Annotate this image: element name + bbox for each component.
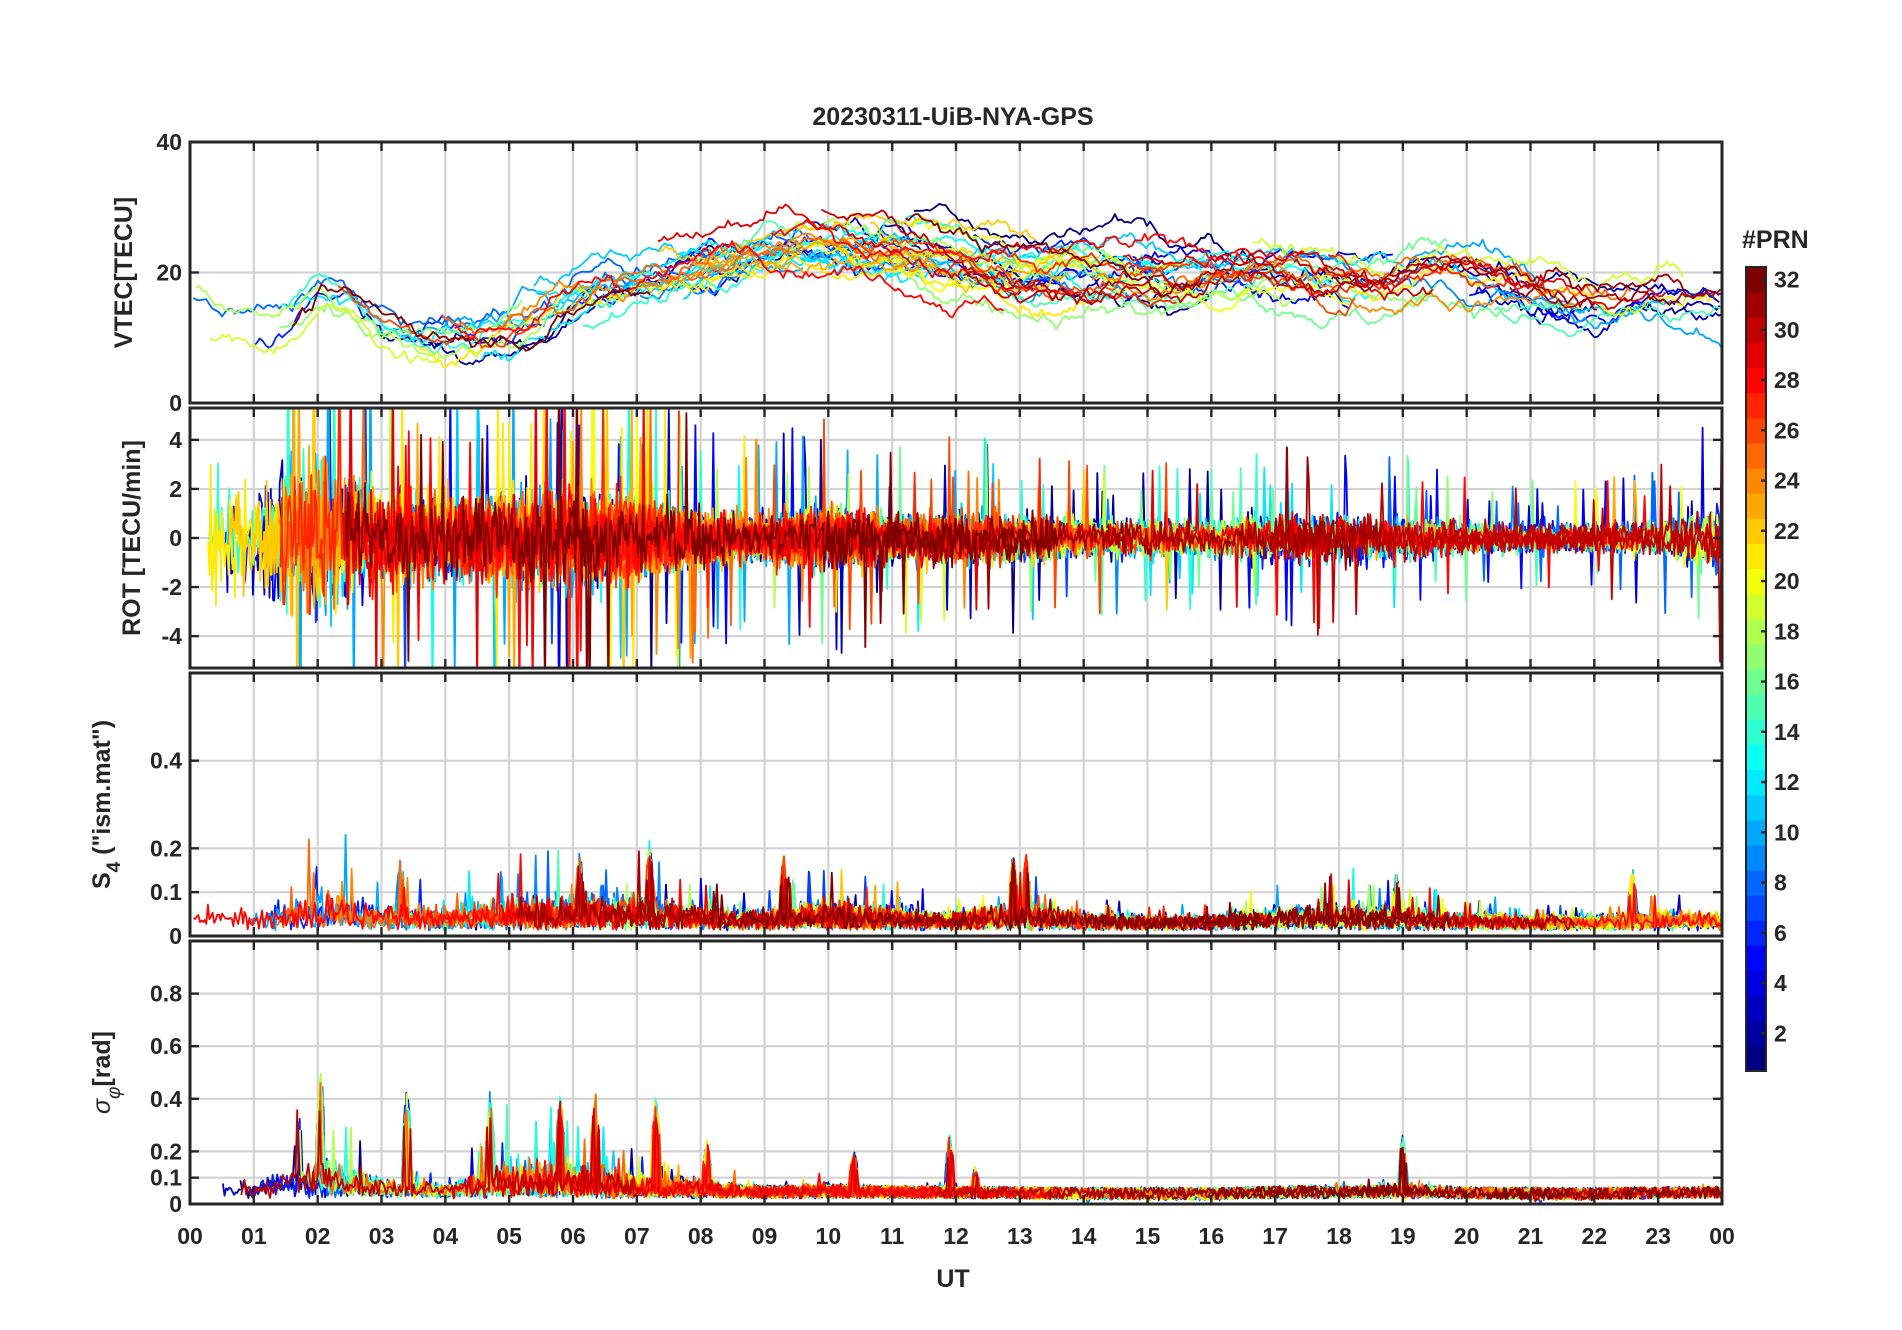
x-tick-label: 23 <box>1645 1223 1671 1249</box>
chart-figure: 20230311-UiB-NYA-GPS 02040VTEC[TECU]-4-2… <box>88 103 1809 1293</box>
colorbar-swatch <box>1746 292 1766 318</box>
y-tick-label: 0.4 <box>150 748 182 774</box>
x-tick-label: 17 <box>1262 1223 1288 1249</box>
y-tick-label: 0 <box>169 390 182 416</box>
panel-sigma_phi-axes: 00.10.2 0.4 0.6 0.8 <box>150 939 1724 1217</box>
y-axis-label: ROT [TECU/min] <box>118 440 146 636</box>
panel-s4-axes: 0 0.1 0.2 0.4 <box>150 671 1724 949</box>
y-tick-label: 0.1 <box>150 1165 182 1191</box>
y-tick-label: -2 <box>162 574 182 600</box>
x-tick-label: 08 <box>688 1223 714 1249</box>
y-tick-label: 0 <box>169 525 182 551</box>
colorbar-swatch <box>1746 392 1766 419</box>
colorbar-tick-label: 16 <box>1774 669 1800 695</box>
panel-sigma_phi-series <box>222 1072 1722 1204</box>
x-tick-label: 16 <box>1199 1223 1225 1249</box>
y-tick-label: -4 <box>162 623 183 649</box>
x-tick-label: 18 <box>1326 1223 1352 1249</box>
y-axis-label: σφ[rad] <box>88 1031 125 1114</box>
colorbar-swatch <box>1746 543 1766 570</box>
colorbar-tick-label: 12 <box>1774 769 1800 795</box>
colorbar-swatch <box>1746 945 1766 972</box>
colorbar-tick-label: 26 <box>1774 417 1800 443</box>
colorbar-swatch <box>1746 844 1766 871</box>
x-tick-label: 06 <box>560 1223 586 1249</box>
y-tick-label: 0.2 <box>150 1138 182 1164</box>
x-tick-label: 22 <box>1582 1223 1608 1249</box>
colorbar-swatch <box>1746 744 1766 771</box>
series-prn-32 <box>826 509 1059 649</box>
y-tick-label: 40 <box>156 129 182 155</box>
y-axis-label: S4 ("ism.mat") <box>88 720 125 889</box>
x-tick-label: 14 <box>1071 1223 1097 1249</box>
chart-title: 20230311-UiB-NYA-GPS <box>812 103 1093 131</box>
y-tick-label: 0 <box>169 1191 182 1217</box>
x-tick-label: 02 <box>305 1223 331 1249</box>
colorbar: 2468101214161820222426283032#PRN <box>1742 226 1809 1072</box>
y-tick-label: 4 <box>169 427 182 453</box>
y-tick-label: 0 <box>169 923 182 949</box>
colorbar-swatch <box>1746 794 1766 821</box>
series-prn-21 <box>416 252 971 368</box>
x-tick-label: 11 <box>880 1223 905 1249</box>
colorbar-tick-label: 10 <box>1774 819 1800 845</box>
x-tick-label: 00 <box>1709 1223 1735 1249</box>
x-tick-label: 03 <box>369 1223 395 1249</box>
colorbar-tick-label: 4 <box>1774 970 1787 996</box>
colorbar-swatch <box>1746 1045 1766 1072</box>
colorbar-swatch <box>1746 995 1766 1022</box>
panel-sigma_phi: 00.10.2 0.4 0.6 0.8 σφ[rad] <box>88 939 1724 1217</box>
colorbar-tick-label: 20 <box>1774 568 1800 594</box>
colorbar-tick-label: 6 <box>1774 920 1787 946</box>
x-tick-label: 01 <box>241 1223 267 1249</box>
x-tick-label: 04 <box>433 1223 459 1249</box>
colorbar-swatch <box>1746 895 1766 921</box>
colorbar-tick-label: 18 <box>1774 618 1800 644</box>
y-tick-label: 2 <box>169 476 182 502</box>
panel-rot-series <box>207 408 1722 668</box>
colorbar-swatch <box>1746 442 1766 469</box>
x-tick-label: 13 <box>1007 1223 1033 1249</box>
colorbar-swatch <box>1746 593 1766 620</box>
colorbar-tick-label: 24 <box>1774 468 1800 494</box>
colorbar-swatch <box>1746 342 1766 369</box>
x-tick-label: 00 <box>177 1223 203 1249</box>
panel-s4: 0 0.1 0.2 0.4 S4 ("ism.mat") <box>88 671 1724 949</box>
colorbar-tick-label: 14 <box>1774 719 1800 745</box>
x-tick-label: 19 <box>1390 1223 1416 1249</box>
x-tick-label: 10 <box>816 1223 842 1249</box>
colorbar-tick-label: 8 <box>1774 870 1787 896</box>
colorbar-tick-label: 28 <box>1774 367 1800 393</box>
y-tick-label: 0.4 <box>150 1086 182 1112</box>
panel-vtec-series <box>192 202 1722 368</box>
y-tick-label: 0.2 <box>150 835 182 861</box>
colorbar-tick-label: 22 <box>1774 518 1800 544</box>
colorbar-tick-label: 32 <box>1774 267 1800 293</box>
colorbar-label: #PRN <box>1742 226 1809 254</box>
x-tick-label: 07 <box>624 1223 650 1249</box>
x-axis-label: UT <box>936 1265 969 1293</box>
panel-vtec: 0 20 40 VTEC[TECU] <box>110 129 1724 416</box>
colorbar-tick-label: 30 <box>1774 317 1800 343</box>
y-axis-label: VTEC[TECU] <box>110 197 138 348</box>
x-tick-label: 12 <box>943 1223 969 1249</box>
x-tick-label: 15 <box>1135 1223 1161 1249</box>
panel-sigma_phi-grid <box>190 941 1722 1204</box>
y-tick-label: 0.1 <box>150 879 182 905</box>
y-tick-label: 0.6 <box>150 1033 182 1059</box>
colorbar-swatch <box>1746 694 1766 720</box>
y-tick-label: 0.8 <box>150 981 182 1007</box>
x-tick-label: 20 <box>1454 1223 1480 1249</box>
colorbar-swatch <box>1746 493 1766 519</box>
x-tick-label: 09 <box>752 1223 778 1249</box>
colorbar-swatch <box>1746 643 1766 670</box>
x-tick-label: 05 <box>496 1223 522 1249</box>
x-tick-label: 21 <box>1518 1223 1544 1249</box>
colorbar-tick-label: 2 <box>1774 1020 1787 1046</box>
y-tick-label: 20 <box>156 260 182 286</box>
